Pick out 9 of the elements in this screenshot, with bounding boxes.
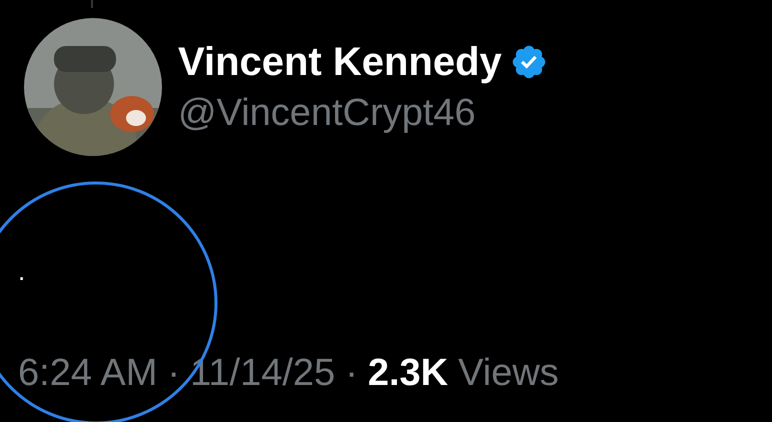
post-date[interactable]: 11/14/25	[190, 350, 336, 396]
views-count: 2.3K	[368, 351, 448, 396]
author-handle[interactable]: @VincentCrypt46	[178, 90, 548, 136]
post-text: .	[18, 256, 26, 286]
separator-dot: ·	[345, 351, 358, 396]
post-time[interactable]: 6:24 AM	[18, 350, 158, 396]
views-label: Views	[458, 351, 559, 396]
separator-dot: ·	[167, 351, 180, 396]
author-name[interactable]: Vincent Kennedy	[178, 38, 502, 86]
